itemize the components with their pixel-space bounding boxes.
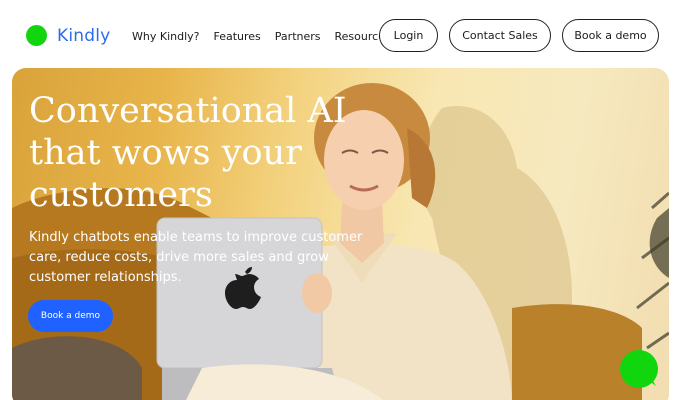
kindly-logo[interactable]: Kindly	[26, 25, 110, 46]
hero-section: Conversational AI that wows your custome…	[12, 68, 669, 400]
hero-title: Conversational AI that wows your custome…	[29, 91, 347, 215]
nav-features[interactable]: Features	[213, 30, 260, 43]
book-demo-hero-button[interactable]: Book a demo	[28, 300, 113, 332]
chat-bubble-icon[interactable]	[620, 350, 658, 388]
main-nav: Why Kindly? Features Partners Resources	[132, 30, 405, 43]
site-header: Kindly Why Kindly? Features Partners Res…	[0, 0, 680, 68]
book-demo-header-button[interactable]: Book a demo	[562, 19, 659, 52]
logo-text: Kindly	[57, 25, 111, 46]
logo-dot-icon	[26, 25, 47, 46]
nav-why-kindly[interactable]: Why Kindly?	[132, 30, 199, 43]
contact-sales-button[interactable]: Contact Sales	[449, 19, 551, 52]
hero-subtitle: Kindly chatbots enable teams to improve …	[29, 230, 363, 285]
login-button[interactable]: Login	[379, 19, 438, 52]
nav-partners[interactable]: Partners	[275, 30, 321, 43]
